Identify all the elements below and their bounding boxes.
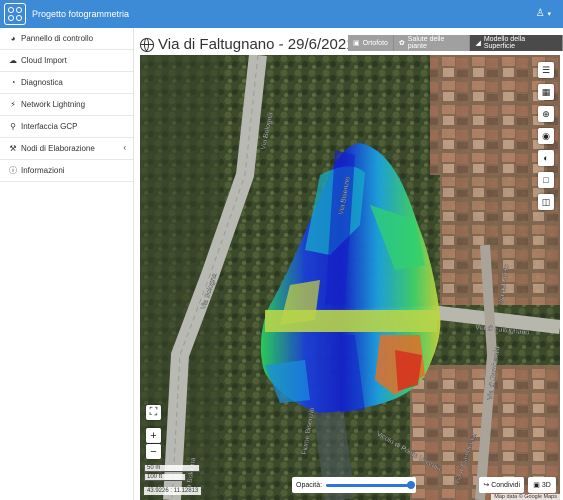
opacity-slider[interactable] [326,480,415,489]
image-icon: ▣ [353,40,360,47]
grid-icon[interactable]: ▦ [538,84,554,100]
layers-icon[interactable]: ☰ [538,62,554,78]
crop-icon[interactable]: □ [538,172,554,188]
sidebar-item-diagnostics[interactable]: ◔ Diagnostica [0,72,133,94]
3d-label: 3D [541,481,551,489]
opacity-control: Opacità: [292,477,416,493]
sidebar-item-label: Nodi di Elaborazione [21,144,95,153]
tab-plant-health[interactable]: ✿ Salute delle piante [393,35,471,51]
sidebar-item-gcp[interactable]: ⚲ Interfaccia GCP [0,116,133,138]
fullscreen-icon[interactable]: ⛶ [146,405,161,420]
scale-bar-imperial: 100 ft [144,474,186,481]
top-navbar: Progetto fotogrammetria ♙ ▾ [0,0,563,28]
eye-icon[interactable]: ◉ [538,128,554,144]
sidebar-item-label: Pannello di controllo [21,34,94,43]
share-button[interactable]: ↪ Condividi [479,477,524,493]
view-tabs: ▣ Ortofoto ✿ Salute delle piante ◢ Modello … [348,35,563,51]
app-logo-icon[interactable] [4,3,26,25]
map-attribution: Map data © Google Maps [491,494,560,500]
share-label: Condividi [491,481,520,489]
info-icon: ⓘ [9,166,17,175]
wrench-icon: ⚒ [9,144,17,153]
compare-icon[interactable]: ◫ [538,194,554,210]
globe-icon [140,37,154,52]
sidebar-item-network-lightning[interactable]: ⚡ Network Lightning [0,94,133,116]
cloud-icon: ☁ [9,56,17,65]
cube-icon: ▣ [533,482,540,489]
sidebar-item-label: Interfaccia GCP [21,122,78,131]
sidebar-item-processing-nodes[interactable]: ⚒ Nodi di Elaborazione ‹ [0,138,133,160]
user-menu[interactable]: ♙ ▾ [536,8,551,19]
sidebar-item-label: Network Lightning [21,100,86,109]
dashboard-icon: ◕ [10,34,16,43]
tab-orthophoto[interactable]: ▣ Ortofoto [348,35,394,51]
leaf-icon: ✿ [398,40,405,47]
page-title-text: Via di Faltugnano - 29/6/2021 [158,36,355,53]
slider-handle[interactable] [407,480,415,489]
app-title[interactable]: Progetto fotogrammetria [32,9,129,19]
sidebar: ◕ Pannello di controllo ☁ Cloud Import ◔ Di… [0,28,134,500]
scale-bar-metric: 50 m [144,465,200,472]
tab-surface-model[interactable]: ◢ Modello della Superficie [470,35,563,51]
map-marker-icon: ⚲ [10,122,16,131]
map-canvas[interactable]: Via Bologna Via Bologna Via Bologna Via … [140,55,560,500]
main-content: Via di Faltugnano - 29/6/2021 ▣ Ortofoto … [134,28,563,500]
share-icon: ↪ [483,482,490,489]
opacity-label: Opacità: [296,481,323,489]
sidebar-item-label: Informazioni [21,166,65,175]
plus-circle-icon[interactable]: ⊕ [538,106,554,122]
sidebar-item-label: Cloud Import [21,56,67,65]
caret-down-icon: ▾ [547,11,551,18]
tab-label: Salute delle piante [407,36,445,50]
page-title: Via di Faltugnano - 29/6/2021 [140,36,355,53]
pie-chart-icon: ◔ [10,78,16,87]
tab-label: Modello della Superficie [483,36,526,50]
sidebar-item-label: Diagnostica [21,78,63,87]
3d-button[interactable]: ▣ 3D [528,477,556,493]
globe-icon[interactable]: ◐ [538,150,554,166]
sidebar-item-cloud-import[interactable]: ☁ Cloud Import [0,50,133,72]
chart-area-icon: ◢ [475,40,481,47]
bolt-icon: ⚡ [10,100,16,109]
chevron-left-icon: ‹ [123,143,126,152]
sidebar-item-dashboard[interactable]: ◕ Pannello di controllo [0,28,133,50]
zoom-in-button[interactable]: + [146,428,161,443]
coordinates-readout: 43.9226 : 11.12813 [144,487,202,495]
tab-label: Ortofoto [362,39,388,47]
map-view[interactable]: Via Bologna Via Bologna Via Bologna Via … [140,55,560,500]
sidebar-item-info[interactable]: ⓘ Informazioni [0,160,133,182]
user-icon: ♙ [535,8,545,19]
zoom-out-button[interactable]: − [146,444,161,459]
